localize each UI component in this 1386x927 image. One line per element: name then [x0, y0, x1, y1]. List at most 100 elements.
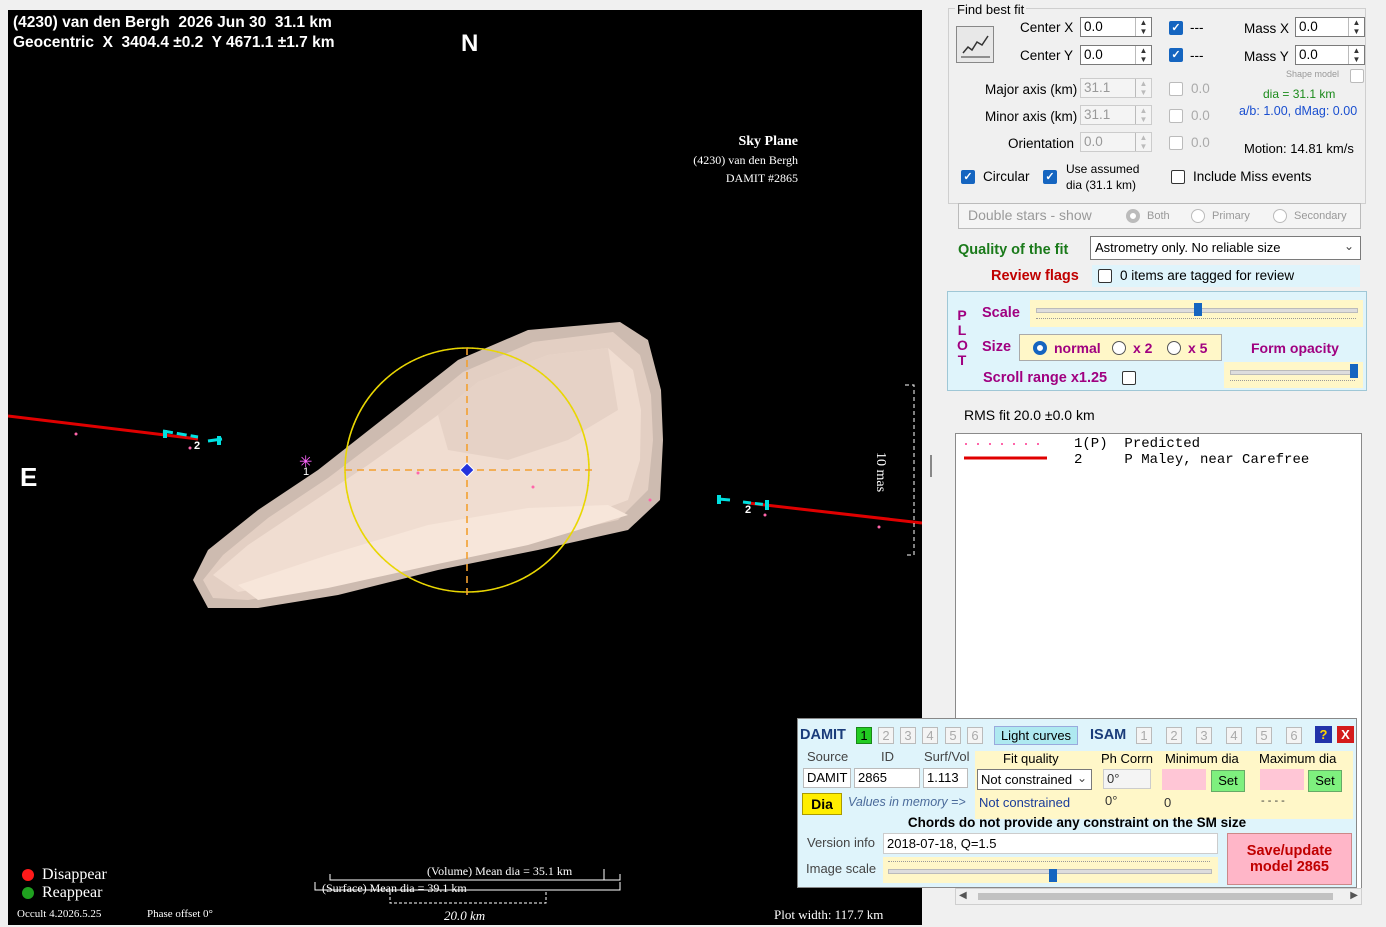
isam-model-5[interactable]: 5 — [1256, 727, 1272, 744]
isam-model-6[interactable]: 6 — [1286, 727, 1302, 744]
scroll-range-checkbox[interactable] — [1122, 371, 1136, 385]
center-x-checkbox[interactable]: ✓ — [1169, 21, 1183, 35]
save-update-model-button[interactable]: Save/update model 2865 — [1227, 833, 1352, 885]
mass-y-input[interactable]: 0.0 ▲ ▼ — [1295, 45, 1365, 65]
phase-offset: Phase offset 0° — [147, 908, 213, 920]
col-source: Source — [807, 749, 849, 764]
use-assumed-checkbox[interactable]: ✓ — [1043, 170, 1057, 184]
set-max-dia-button[interactable]: Set — [1308, 770, 1342, 792]
image-scale-slider[interactable] — [883, 857, 1218, 883]
ab-dmag-info: a/b: 1.00, dMag: 0.00 — [1239, 104, 1358, 118]
source-field[interactable]: DAMIT — [803, 768, 851, 788]
minor-axis-unc: 0.0 — [1191, 108, 1210, 123]
plot-graphics: ✳ — [8, 322, 922, 904]
damit-model-3[interactable]: 3 — [900, 727, 916, 744]
volume-mean-dia: (Volume) Mean dia = 35.1 km — [427, 864, 573, 878]
memory-max: - - - - — [1261, 795, 1285, 807]
orientation-input[interactable]: 0.0 ▲ ▼ — [1080, 132, 1152, 152]
major-axis-checkbox[interactable] — [1169, 82, 1183, 96]
list-hscrollbar[interactable]: ◀ ▶ — [955, 888, 1362, 905]
orientation-checkbox[interactable] — [1169, 136, 1183, 150]
shape-model-label: Shape model — [1286, 69, 1340, 79]
isam-model-4[interactable]: 4 — [1226, 727, 1242, 744]
both-label: Both — [1147, 210, 1170, 222]
center-x-input[interactable]: 0.0 ▲ ▼ — [1080, 17, 1152, 37]
mass-x-input[interactable]: 0.0 ▲ ▼ — [1295, 17, 1365, 37]
size-normal-radio[interactable] — [1033, 341, 1047, 355]
quality-label: Quality of the fit — [958, 242, 1069, 258]
mas-scale-bar — [905, 384, 915, 556]
damit-model-6[interactable]: 6 — [967, 727, 983, 744]
chord-2-right-segment[interactable] — [747, 501, 922, 525]
light-curves-button[interactable]: Light curves — [994, 726, 1078, 745]
chord-2-left-segment[interactable] — [8, 414, 199, 441]
center-y-input[interactable]: 0.0 ▲ ▼ — [1080, 45, 1152, 65]
plot-vertical-label: PLOT — [957, 307, 968, 368]
shape-model-checkbox[interactable] — [1350, 69, 1364, 83]
center-x-label: Center X — [1020, 20, 1074, 35]
image-scale-thumb[interactable] — [1049, 869, 1057, 882]
include-miss-checkbox[interactable] — [1171, 170, 1185, 184]
chords-note: Chords do not provide any constraint on … — [907, 815, 1247, 830]
legend-reappear: Reappear — [42, 884, 103, 901]
damit-label: DAMIT — [800, 727, 846, 743]
damit-model-1[interactable]: 1 — [856, 727, 872, 744]
legend-disappear: Disappear — [42, 866, 107, 883]
size-x2-radio[interactable] — [1112, 341, 1126, 355]
set-min-dia-button[interactable]: Set — [1211, 770, 1245, 792]
surf-vol-field[interactable]: 1.113 — [923, 768, 968, 788]
isam-model-2[interactable]: 2 — [1166, 727, 1182, 744]
damit-model-4[interactable]: 4 — [922, 727, 938, 744]
list-item: 2 P Maley, near Carefree — [1074, 452, 1310, 468]
scale-slider-thumb[interactable] — [1194, 303, 1202, 316]
chord-2-label-left: 2 — [194, 440, 201, 452]
mass-x-label: Mass X — [1244, 21, 1290, 36]
review-flags-checkbox[interactable] — [1098, 269, 1112, 283]
col-min-dia: Minimum dia — [1165, 751, 1239, 766]
chevron-down-icon: ⌄ — [1076, 771, 1087, 785]
minor-axis-checkbox[interactable] — [1169, 109, 1183, 123]
scale-slider[interactable] — [1030, 300, 1363, 327]
version-info-field[interactable]: 2018-07-18, Q=1.5 — [883, 833, 1218, 854]
help-button[interactable]: ? — [1315, 726, 1332, 743]
secondary-label: Secondary — [1294, 210, 1347, 222]
secondary-radio[interactable] — [1273, 209, 1287, 223]
find-best-fit-button[interactable] — [956, 26, 994, 63]
min-dia-field[interactable] — [1162, 769, 1206, 790]
memory-fit: Not constrained — [979, 795, 1071, 810]
quality-select[interactable]: Astrometry only. No reliable size ⌄ — [1090, 236, 1361, 260]
sky-plane-plot[interactable]: (4230) van den Bergh 2026 Jun 30 31.1 km… — [8, 10, 922, 925]
form-opacity-slider[interactable] — [1224, 362, 1363, 388]
orientation-unc: 0.0 — [1191, 135, 1210, 150]
list-item: 1(P) Predicted — [1074, 436, 1201, 452]
ph-corrn-field[interactable]: 0° — [1103, 769, 1151, 789]
damit-model-5[interactable]: 5 — [945, 727, 961, 744]
isam-model-3[interactable]: 3 — [1196, 727, 1212, 744]
size-x5-label: x 5 — [1188, 340, 1208, 356]
col-id: ID — [881, 749, 894, 764]
fit-quality-select[interactable]: Not constrained ⌄ — [977, 769, 1092, 790]
circular-checkbox[interactable]: ✓ — [961, 170, 975, 184]
splitter-handle[interactable] — [930, 455, 932, 477]
col-max-dia: Maximum dia — [1259, 751, 1337, 766]
max-dia-field[interactable] — [1260, 769, 1304, 790]
damit-model-2[interactable]: 2 — [878, 727, 894, 744]
size-x5-radio[interactable] — [1167, 341, 1181, 355]
mass-y-label: Mass Y — [1244, 49, 1289, 64]
both-radio[interactable] — [1126, 209, 1140, 223]
center-y-checkbox[interactable]: ✓ — [1169, 48, 1183, 62]
dia-button[interactable]: Dia — [802, 793, 842, 815]
isam-label: ISAM — [1090, 727, 1127, 743]
major-axis-input[interactable]: 31.1 ▲ ▼ — [1080, 78, 1152, 98]
close-button[interactable]: X — [1337, 726, 1354, 743]
form-opacity-thumb[interactable] — [1350, 364, 1358, 378]
list-hscroll-thumb[interactable] — [978, 893, 1333, 900]
chord-2-label-right: 2 — [745, 504, 752, 516]
review-flags-value: 0 items are tagged for review — [1120, 268, 1295, 283]
form-opacity-label: Form opacity — [1251, 340, 1339, 356]
isam-model-1[interactable]: 1 — [1136, 727, 1152, 744]
id-field[interactable]: 2865 — [854, 768, 920, 788]
minor-axis-input[interactable]: 31.1 ▲ ▼ — [1080, 105, 1152, 125]
size-normal-label: normal — [1054, 340, 1101, 356]
primary-radio[interactable] — [1191, 209, 1205, 223]
